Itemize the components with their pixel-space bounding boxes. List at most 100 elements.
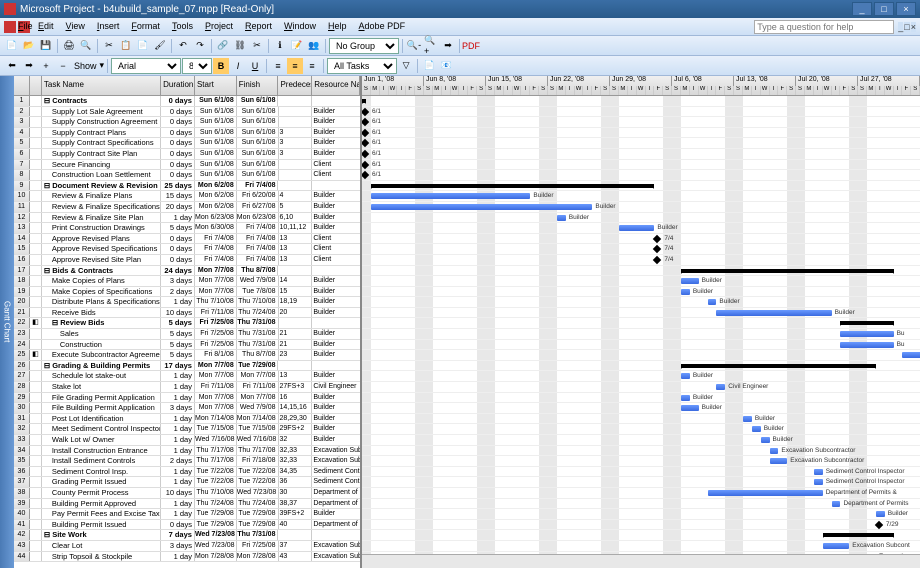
pred-cell[interactable]: 13 [279, 234, 313, 244]
task-bar[interactable] [814, 479, 823, 485]
duration-cell[interactable]: 1 day [161, 382, 195, 392]
taskname-cell[interactable]: Install Construction Entrance [42, 446, 161, 456]
row-number[interactable]: 33 [14, 435, 30, 445]
gantt-row[interactable]: Builder [362, 308, 920, 319]
duration-cell[interactable]: 10 days [161, 308, 195, 318]
gantt-row[interactable]: Builder [362, 509, 920, 520]
finish-cell[interactable]: Sun 6/1/08 [237, 96, 279, 106]
start-cell[interactable]: Mon 6/30/08 [195, 223, 237, 233]
pred-cell[interactable]: 21 [279, 340, 313, 350]
pred-cell[interactable] [278, 181, 312, 191]
start-cell[interactable]: Mon 7/14/08 [195, 414, 237, 424]
gantt-row[interactable]: 7/29 [362, 520, 920, 531]
row-number[interactable]: 39 [14, 499, 30, 509]
duration-cell[interactable]: 0 days [161, 160, 195, 170]
unlink-icon[interactable]: ⛓ [232, 38, 248, 54]
finish-cell[interactable]: Thu 7/31/08 [237, 329, 279, 339]
outdent-icon[interactable]: ⬅ [4, 58, 20, 74]
taskname-cell[interactable]: Approve Revised Specifications [42, 244, 161, 254]
format-painter-icon[interactable]: 🖌 [152, 38, 168, 54]
gantt-row[interactable]: Builder [362, 414, 920, 425]
taskname-cell[interactable]: Print Construction Drawings [42, 223, 161, 233]
task-bar[interactable] [681, 405, 699, 411]
pred-cell[interactable]: 6,10 [279, 213, 313, 223]
pred-cell[interactable]: 40 [279, 520, 313, 530]
start-cell[interactable]: Mon 6/2/08 [195, 181, 237, 191]
taskname-cell[interactable]: Construction Loan Settlement [42, 170, 161, 180]
pred-cell[interactable] [279, 170, 313, 180]
milestone-icon[interactable] [362, 160, 369, 168]
gantt-row[interactable] [362, 350, 920, 361]
row-number[interactable]: 4 [14, 128, 30, 138]
mdi-restore-button[interactable]: □ [904, 22, 909, 32]
milestone-icon[interactable] [362, 139, 369, 147]
duration-cell[interactable]: 1 day [161, 371, 195, 381]
row-number[interactable]: 22 [14, 318, 30, 328]
duration-header[interactable]: Duration [161, 76, 195, 95]
task-row[interactable]: 12 Review & Finalize Site Plan 1 day Mon… [14, 213, 360, 224]
start-cell[interactable]: Mon 6/23/08 [195, 213, 237, 223]
bold-button[interactable]: B [213, 58, 229, 74]
mdi-minimize-button[interactable]: _ [898, 22, 903, 32]
duration-cell[interactable]: 3 days [161, 541, 195, 551]
taskname-cell[interactable]: Construction [42, 340, 161, 350]
pred-cell[interactable] [279, 318, 313, 328]
pred-cell[interactable]: 32,33 [279, 446, 313, 456]
task-bar[interactable] [708, 299, 717, 305]
task-row[interactable]: 15 Approve Revised Specifications 0 days… [14, 244, 360, 255]
menu-file[interactable]: File [18, 21, 30, 33]
menu-help[interactable]: Help [322, 21, 353, 33]
pred-cell[interactable] [279, 117, 313, 127]
duration-cell[interactable]: 5 days [161, 329, 195, 339]
resource-cell[interactable]: Builder [312, 435, 360, 445]
start-cell[interactable]: Fri 7/11/08 [195, 308, 237, 318]
task-bar[interactable] [752, 426, 761, 432]
start-cell[interactable]: Wed 7/23/08 [195, 541, 237, 551]
help-question-input[interactable] [754, 20, 894, 34]
gantt-row[interactable]: Builder [362, 276, 920, 287]
summary-bar[interactable] [362, 99, 366, 103]
task-bar[interactable] [371, 204, 593, 210]
duration-cell[interactable]: 5 days [161, 350, 195, 360]
task-bar[interactable] [557, 215, 566, 221]
finish-cell[interactable]: Fri 7/4/08 [237, 181, 279, 191]
task-row[interactable]: 32 Meet Sediment Control Inspector 1 day… [14, 424, 360, 435]
gantt-row[interactable]: Department of Permits [362, 499, 920, 510]
pred-cell[interactable]: 32,33 [279, 456, 313, 466]
pred-cell[interactable]: 20 [279, 308, 313, 318]
start-cell[interactable]: Tue 7/29/08 [195, 509, 237, 519]
minimize-button[interactable]: _ [852, 2, 872, 16]
duration-cell[interactable]: 1 day [161, 393, 195, 403]
resource-cell[interactable]: Client [312, 244, 360, 254]
finish-cell[interactable]: Thu 8/7/08 [237, 266, 279, 276]
pred-cell[interactable]: 38,37 [279, 499, 313, 509]
duration-cell[interactable]: 3 days [161, 276, 195, 286]
finish-cell[interactable]: Mon 7/7/08 [237, 393, 279, 403]
finish-cell[interactable]: Tue 7/22/08 [237, 477, 279, 487]
resource-cell[interactable]: Excavation Sub [312, 456, 360, 466]
task-row[interactable]: 22 ◧ ⊟ Review Bids 5 days Fri 7/25/08 Th… [14, 318, 360, 329]
task-bar[interactable] [840, 342, 893, 348]
split-icon[interactable]: ✂ [249, 38, 265, 54]
taskname-cell[interactable]: Supply Contract Plans [42, 128, 161, 138]
task-bar[interactable] [681, 395, 690, 401]
finish-cell[interactable]: Thu 7/31/08 [237, 340, 279, 350]
zoom-in-icon[interactable]: 🔍+ [423, 38, 439, 54]
duration-cell[interactable]: 1 day [161, 414, 195, 424]
resource-cell[interactable]: Builder [312, 287, 360, 297]
row-number[interactable]: 2 [14, 107, 30, 117]
taskname-cell[interactable]: Review & Finalize Plans [42, 191, 161, 201]
preview-icon[interactable]: 🔍 [78, 38, 94, 54]
pred-cell[interactable] [278, 96, 312, 106]
row-number[interactable]: 28 [14, 382, 30, 392]
gantt-row[interactable] [362, 361, 920, 372]
resource-cell[interactable]: Builder [312, 393, 360, 403]
task-row[interactable]: 7 Secure Financing 0 days Sun 6/1/08 Sun… [14, 160, 360, 171]
start-cell[interactable]: Thu 7/10/08 [195, 488, 237, 498]
task-row[interactable]: 39 Building Permit Approved 1 day Thu 7/… [14, 499, 360, 510]
summary-bar[interactable] [371, 184, 655, 188]
row-number[interactable]: 43 [14, 541, 30, 551]
task-row[interactable]: 8 Construction Loan Settlement 0 days Su… [14, 170, 360, 181]
pred-cell[interactable]: 5 [279, 202, 313, 212]
row-number[interactable]: 3 [14, 117, 30, 127]
